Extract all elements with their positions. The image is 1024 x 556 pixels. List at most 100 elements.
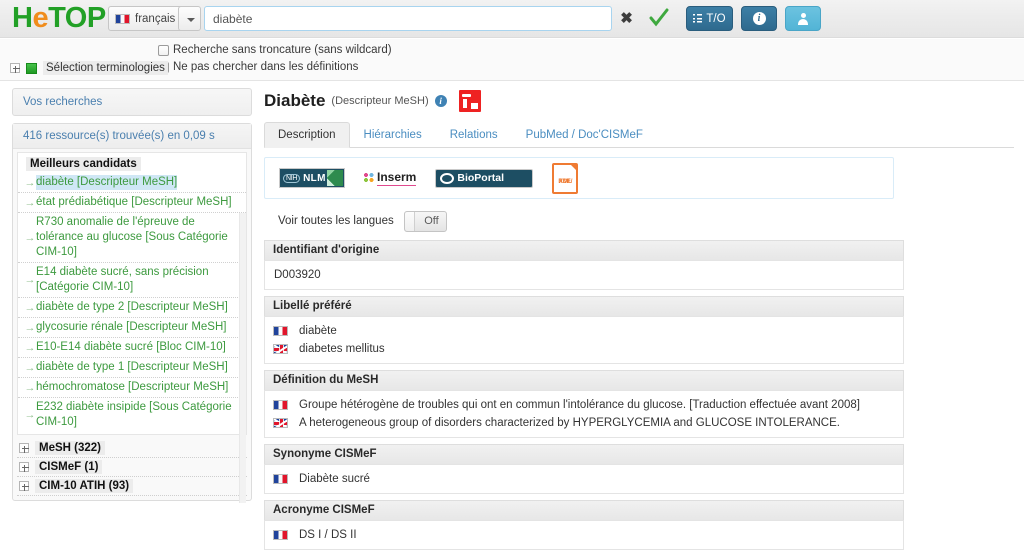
red-export-icon[interactable] xyxy=(458,90,481,112)
inserm-logo-text: Inserm xyxy=(377,170,417,186)
candidate-item[interactable]: → R730 anomalie de l'épreuve de tolérance… xyxy=(18,213,246,263)
all-languages-label: Voir toutes les langues xyxy=(278,215,394,227)
candidate-item[interactable]: → hémochromatose [Descripteur MeSH] xyxy=(18,378,246,398)
candidate-item[interactable]: → E10-E14 diabète sucré [Bloc CIM-10] xyxy=(18,338,246,358)
flag-fr-icon xyxy=(273,326,288,336)
terminology-tree-item[interactable]: CISMeF (1) xyxy=(17,458,247,477)
arrow-right-icon: → xyxy=(24,176,36,189)
tab-pubmed-doc-cismef[interactable]: PubMed / Doc'CISMeF xyxy=(512,122,657,147)
to-button-label: T/O xyxy=(706,12,726,25)
checkbox-no-wildcard[interactable] xyxy=(158,44,169,56)
plus-box-icon[interactable] xyxy=(19,481,29,491)
info-icon: i xyxy=(752,12,766,25)
section-row: Groupe hétérogène de troubles qui ont en… xyxy=(273,396,895,414)
option-no-wildcard-label: Recherche sans troncature (sans wildcard… xyxy=(173,44,392,56)
user-icon xyxy=(797,12,810,25)
nlm-logo-nih: NIH xyxy=(283,173,301,183)
nlm-logo[interactable]: NIH NLM xyxy=(279,168,345,188)
tab-description[interactable]: Description xyxy=(264,122,350,148)
bioportal-ring-icon xyxy=(440,172,455,184)
candidate-item[interactable]: → E232 diabète insipide [Sous Catégorie C… xyxy=(18,398,246,432)
section-heading: Synonyme CISMeF xyxy=(264,444,904,464)
rdf-xml-logo[interactable]: RDF/ XML xyxy=(552,162,579,194)
saved-searches-panel[interactable]: Vos recherches xyxy=(12,88,252,116)
terminology-selection-label: Sélection terminologies xyxy=(43,61,168,75)
info-button[interactable]: i xyxy=(741,6,777,31)
candidate-label: glycosurie rénale [Descripteur MeSH] xyxy=(36,321,227,333)
app-logo[interactable]: HeTOP xyxy=(12,2,106,35)
option-no-definitions-label: Ne pas chercher dans les définitions xyxy=(173,61,359,73)
toggle-knob xyxy=(404,211,415,231)
results-count: 416 ressource(s) trouvée(s) en 0,09 s xyxy=(13,124,251,149)
candidate-item[interactable]: → état prédiabétique [Descripteur MeSH] xyxy=(18,193,246,213)
bioportal-logo[interactable]: BioPortal xyxy=(435,168,534,188)
detail-sections: Identifiant d'origine D003920 Libellé préf… xyxy=(264,240,904,550)
section-row-text: D003920 xyxy=(274,269,321,281)
flag-fr-icon xyxy=(273,474,288,484)
section-row: A heterogeneous group of disorders chara… xyxy=(273,414,895,432)
arrow-right-icon: → xyxy=(24,409,36,421)
tab-bar: Description Hiérarchies Relations PubMed / … xyxy=(264,122,1014,148)
green-square-icon[interactable] xyxy=(26,62,37,74)
candidate-label: hémochromatose [Descripteur MeSH] xyxy=(36,381,229,393)
inserm-dots-icon xyxy=(364,172,374,184)
section-heading: Identifiant d'origine xyxy=(264,240,904,260)
candidate-label: diabète de type 2 [Descripteur MeSH] xyxy=(36,301,228,313)
bioportal-logo-text: BioPortal xyxy=(457,172,505,184)
arrow-right-icon: → xyxy=(24,231,36,244)
terminology-tree-item[interactable]: CIM-10 ATIH (93) xyxy=(17,477,247,496)
logo-part-he: H xyxy=(12,2,33,34)
green-check-icon[interactable] xyxy=(648,7,670,29)
saved-searches-label: Vos recherches xyxy=(23,96,103,108)
plus-box-icon[interactable] xyxy=(19,462,29,472)
candidate-item[interactable]: → diabète de type 1 [Descripteur MeSH] xyxy=(18,358,246,378)
candidate-item[interactable]: → diabète de type 2 [Descripteur MeSH] xyxy=(18,298,246,318)
external-links-box: NIH NLM Inserm BioPortal RDF/ XML xyxy=(264,157,894,199)
best-candidates-box: Meilleurs candidats → diabète [Descripteu… xyxy=(17,152,247,503)
close-x-icon[interactable]: ✖ xyxy=(618,10,635,27)
section-row-text: A heterogeneous group of disorders chara… xyxy=(299,417,840,429)
terminology-tree-label: CIM-10 ATIH (93) xyxy=(35,479,134,493)
chevron-down-icon[interactable] xyxy=(178,6,201,31)
plus-box-icon[interactable] xyxy=(19,443,29,453)
all-languages-state: Off xyxy=(424,215,439,227)
language-selector-button[interactable]: français xyxy=(108,6,184,31)
section-body: Diabète sucré xyxy=(264,464,904,494)
option-no-wildcard[interactable]: Recherche sans troncature (sans wildcard… xyxy=(158,44,392,56)
nlm-logo-nlm: NLM xyxy=(303,172,326,184)
terminology-tree-item[interactable]: MeSH (322) xyxy=(17,439,247,458)
to-button[interactable]: T/O xyxy=(686,6,733,31)
info-icon[interactable]: i xyxy=(434,95,447,107)
candidate-item[interactable]: → diabète [Descripteur MeSH] xyxy=(18,173,246,193)
arrow-right-icon: → xyxy=(24,321,36,334)
candidate-item[interactable]: → glycosurie rénale [Descripteur MeSH] xyxy=(18,318,246,338)
section-row-text: Groupe hétérogène de troubles qui ont en… xyxy=(299,399,860,411)
terminology-selection[interactable]: Sélection terminologies xyxy=(10,61,168,75)
candidate-label: E232 diabète insipide [Sous Catégorie CI… xyxy=(36,401,232,428)
inserm-logo[interactable]: Inserm xyxy=(364,170,417,186)
logo-part-e: e xyxy=(32,2,49,34)
section-heading: Définition du MeSH xyxy=(264,370,904,390)
search-input[interactable] xyxy=(204,6,612,31)
arrow-right-icon: → xyxy=(24,341,36,354)
section-body: DS I / DS II xyxy=(264,520,904,550)
all-languages-toggle[interactable]: Off xyxy=(403,210,447,232)
best-candidates-header: Meilleurs candidats xyxy=(26,157,141,171)
main-content: Diabète (Descripteur MeSH) i Description… xyxy=(264,88,1014,556)
option-no-definitions[interactable]: Ne pas chercher dans les définitions xyxy=(158,61,358,73)
candidate-label: état prédiabétique [Descripteur MeSH] xyxy=(36,196,232,208)
nlm-leaf-icon xyxy=(327,170,343,186)
tab-relations[interactable]: Relations xyxy=(436,122,512,147)
candidate-label: diabète [Descripteur MeSH] xyxy=(36,175,178,190)
candidate-label: E14 diabète sucré, sans précision [Catég… xyxy=(36,266,209,293)
user-button[interactable] xyxy=(785,6,821,31)
page-subtitle: (Descripteur MeSH) xyxy=(331,95,429,107)
section-body: diabète diabetes mellitus xyxy=(264,316,904,364)
tab-hi-rarchies[interactable]: Hiérarchies xyxy=(350,122,436,147)
flag-gb-icon xyxy=(273,344,288,354)
plus-box-icon[interactable] xyxy=(10,63,20,73)
candidate-item[interactable]: → E14 diabète sucré, sans précision [Caté… xyxy=(18,263,246,298)
candidate-label: diabète de type 1 [Descripteur MeSH] xyxy=(36,361,228,373)
sidebar-scrollbar[interactable] xyxy=(239,213,246,503)
section-row: D003920 xyxy=(273,266,895,284)
